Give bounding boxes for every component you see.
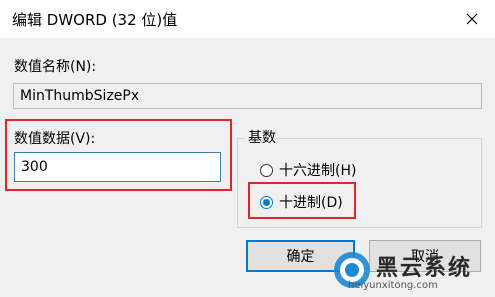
title-bar: 编辑 DWORD (32 位)值 [0, 0, 495, 38]
window-title: 编辑 DWORD (32 位)值 [12, 11, 178, 29]
close-icon [466, 13, 478, 25]
value-data-input[interactable] [14, 152, 221, 182]
radio-hex-circle[interactable] [260, 163, 273, 177]
base-label: 基数 [245, 127, 279, 147]
value-name-label: 数值名称(N): [14, 59, 97, 75]
edit-dword-dialog: 编辑 DWORD (32 位)值 数值名称(N): MinThumbSizePx… [0, 0, 495, 297]
watermark: 黑云系统 heiyunxitong.com [330, 246, 495, 297]
close-button[interactable] [449, 0, 495, 38]
watermark-brand: 黑云系统 [376, 256, 473, 281]
radio-hex-label: 十六进制(H) [279, 163, 357, 179]
radio-decimal-label: 十进制(D) [279, 195, 343, 211]
radio-decimal-circle[interactable] [260, 195, 273, 209]
value-name-field[interactable]: MinThumbSizePx [13, 83, 482, 109]
value-data-label: 数值数据(V): [14, 131, 96, 147]
watermark-url: heiyunxitong.com [348, 280, 438, 291]
radio-decimal[interactable]: 十进制(D) [260, 192, 343, 212]
radio-hex[interactable]: 十六进制(H) [260, 160, 356, 180]
